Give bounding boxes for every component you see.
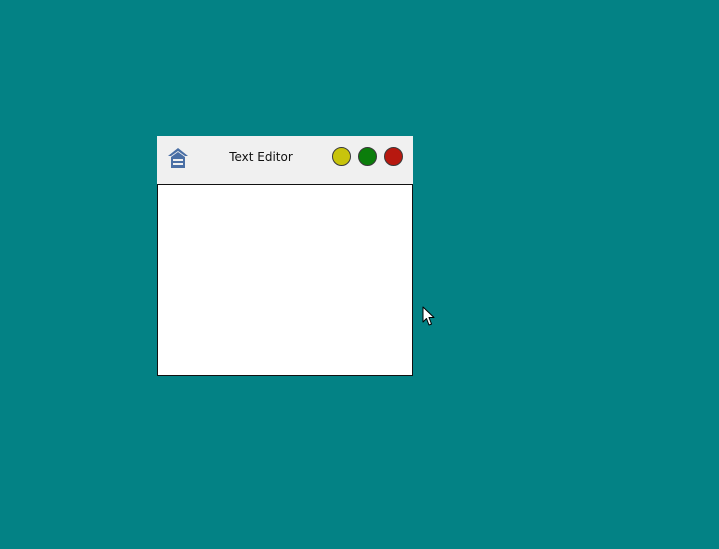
window-title: Text Editor — [229, 150, 293, 164]
text-editor-window: Text Editor — [157, 136, 413, 376]
home-button[interactable] — [165, 146, 191, 170]
close-button[interactable] — [384, 147, 403, 166]
maximize-button[interactable] — [358, 147, 377, 166]
text-area-container[interactable] — [157, 184, 413, 376]
home-icon — [168, 148, 188, 168]
title-bar[interactable]: Text Editor — [157, 136, 413, 184]
minimize-button[interactable] — [332, 147, 351, 166]
mouse-pointer-icon — [422, 306, 435, 326]
text-area[interactable] — [158, 185, 412, 375]
